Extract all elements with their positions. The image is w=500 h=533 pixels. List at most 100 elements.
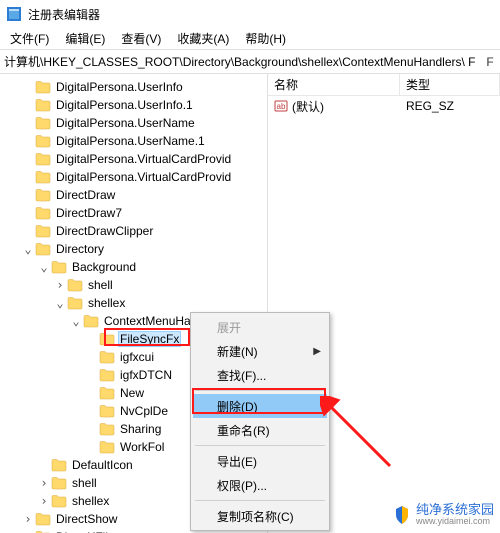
tree-item[interactable]: DigitalPersona.VirtualCardProvid	[0, 168, 267, 186]
tree-item[interactable]: DigitalPersona.UserInfo.1	[0, 96, 267, 114]
folder-icon	[51, 494, 67, 508]
folder-icon	[99, 332, 115, 346]
folder-icon	[35, 206, 51, 220]
folder-icon	[67, 278, 83, 292]
chevron-down-icon[interactable]: ⌄	[70, 314, 82, 328]
list-row-default[interactable]: ab (默认) REG_SZ	[268, 96, 500, 116]
menu-file[interactable]: 文件(F)	[2, 28, 57, 49]
folder-icon	[99, 440, 115, 454]
tree-item-label: New	[118, 386, 146, 400]
folder-icon	[35, 116, 51, 130]
chevron-right-icon[interactable]: ›	[38, 494, 50, 508]
menu-help[interactable]: 帮助(H)	[237, 28, 294, 49]
chevron-down-icon[interactable]: ⌄	[38, 260, 50, 274]
tree-item-label: DirectDraw7	[54, 206, 124, 220]
tree-item[interactable]: DigitalPersona.VirtualCardProvid	[0, 150, 267, 168]
tree-item-label: Sharing	[118, 422, 163, 436]
tree-item[interactable]: DirectDraw7	[0, 204, 267, 222]
tree-item-label: DigitalPersona.VirtualCardProvid	[54, 170, 233, 184]
title-bar: 注册表编辑器	[0, 0, 500, 28]
tree-item[interactable]: DigitalPersona.UserName	[0, 114, 267, 132]
folder-icon	[35, 242, 51, 256]
tree-item-label: WorkFol	[118, 440, 166, 454]
tree-item-label: DigitalPersona.VirtualCardProvid	[54, 152, 233, 166]
folder-icon	[51, 260, 67, 274]
menu-expand[interactable]: 展开	[193, 315, 327, 339]
svg-text:ab: ab	[277, 102, 286, 111]
default-name-label: (默认)	[292, 98, 324, 115]
folder-icon	[99, 422, 115, 436]
folder-icon	[51, 476, 67, 490]
submenu-arrow-icon: ▶	[313, 346, 321, 357]
menu-rename[interactable]: 重命名(R)	[193, 418, 327, 442]
menu-copykeyname[interactable]: 复制项名称(C)	[193, 504, 327, 528]
tree-item-label: DigitalPersona.UserInfo.1	[54, 98, 195, 112]
tree-item-label: DigitalPersona.UserName	[54, 116, 197, 130]
folder-icon	[51, 458, 67, 472]
menu-export[interactable]: 导出(E)	[193, 449, 327, 473]
menu-edit[interactable]: 编辑(E)	[57, 28, 113, 49]
tree-item-label: DirectShow	[54, 512, 119, 526]
folder-icon	[35, 224, 51, 238]
menu-separator	[195, 445, 325, 446]
folder-icon	[99, 386, 115, 400]
col-type[interactable]: 类型	[400, 74, 500, 95]
address-tail: F	[480, 55, 500, 69]
tree-item-label: DirectDrawClipper	[54, 224, 155, 238]
tree-item-label: NvCplDe	[118, 404, 170, 418]
tree-item-label: DigitalPersona.UserName.1	[54, 134, 207, 148]
menu-find[interactable]: 查找(F)...	[193, 363, 327, 387]
folder-icon	[35, 134, 51, 148]
tree-item[interactable]: DigitalPersona.UserName.1	[0, 132, 267, 150]
folder-icon	[35, 170, 51, 184]
tree-item[interactable]: ⌄ Directory	[0, 240, 267, 258]
tree-item-label: shellex	[70, 494, 111, 508]
tree-item[interactable]: DigitalPersona.UserInfo	[0, 78, 267, 96]
folder-icon	[35, 152, 51, 166]
list-header: 名称 类型	[268, 74, 500, 96]
chevron-right-icon[interactable]: ›	[54, 278, 66, 292]
menu-bar: 文件(F) 编辑(E) 查看(V) 收藏夹(A) 帮助(H)	[0, 28, 500, 50]
tree-item-label: shell	[86, 278, 115, 292]
menu-new-label: 新建(N)	[217, 343, 258, 360]
list-body: ab (默认) REG_SZ	[268, 96, 500, 116]
tree-item[interactable]: › shell	[0, 276, 267, 294]
folder-icon	[99, 368, 115, 382]
tree-item[interactable]: DirectDraw	[0, 186, 267, 204]
tree-item-label: shell	[70, 476, 99, 490]
tree-item[interactable]: ⌄ shellex	[0, 294, 267, 312]
tree-item[interactable]: DirectDrawClipper	[0, 222, 267, 240]
folder-icon	[99, 350, 115, 364]
cell-name: ab (默认)	[268, 98, 400, 115]
folder-icon	[35, 512, 51, 526]
chevron-down-icon[interactable]: ⌄	[22, 242, 34, 256]
tree-item-label: shellex	[86, 296, 127, 310]
watermark-logo-icon	[392, 505, 412, 525]
tree-item-label: DigitalPersona.UserInfo	[54, 80, 185, 94]
address-path[interactable]: 计算机\HKEY_CLASSES_ROOT\Directory\Backgrou…	[0, 51, 480, 72]
tree-item-label: Background	[70, 260, 138, 274]
chevron-down-icon[interactable]: ⌄	[54, 296, 66, 310]
tree-item-label: igfxcui	[118, 350, 156, 364]
menu-favorites[interactable]: 收藏夹(A)	[169, 28, 237, 49]
folder-icon	[35, 188, 51, 202]
string-value-icon: ab	[274, 99, 288, 113]
menu-delete[interactable]: 删除(D)	[193, 394, 327, 418]
tree-item[interactable]: ⌄ Background	[0, 258, 267, 276]
window-title: 注册表编辑器	[28, 6, 100, 23]
tree-item-label: DirectDraw	[54, 188, 117, 202]
chevron-right-icon[interactable]: ›	[38, 476, 50, 490]
col-name[interactable]: 名称	[268, 74, 400, 95]
tree-item-label: Directory	[54, 242, 106, 256]
context-menu: 展开 新建(N) ▶ 查找(F)... 删除(D) 重命名(R) 导出(E) 权限…	[190, 312, 330, 531]
menu-separator	[195, 500, 325, 501]
folder-icon	[83, 314, 99, 328]
menu-view[interactable]: 查看(V)	[113, 28, 169, 49]
menu-permissions[interactable]: 权限(P)...	[193, 473, 327, 497]
watermark: 纯净系统家园 www.yidaimei.com	[392, 503, 494, 527]
folder-icon	[35, 80, 51, 94]
menu-separator	[195, 390, 325, 391]
chevron-right-icon[interactable]: ›	[22, 512, 34, 526]
folder-icon	[67, 296, 83, 310]
menu-new[interactable]: 新建(N) ▶	[193, 339, 327, 363]
